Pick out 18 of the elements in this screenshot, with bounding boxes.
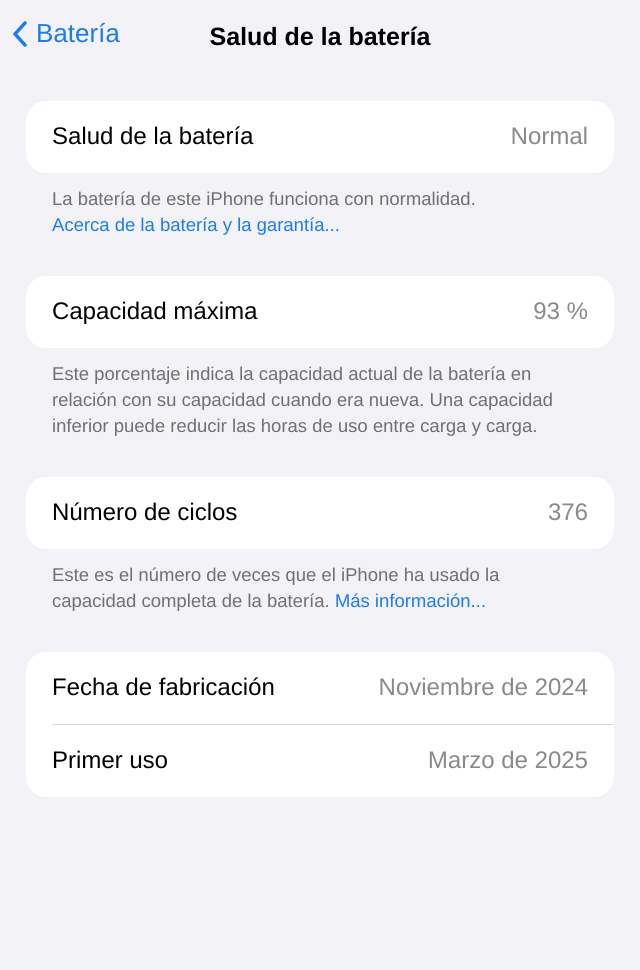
row-value: 376 [548, 499, 588, 527]
section-footer-text: La batería de este iPhone funciona con normalidad. Acerca de la batería y la garantía... [51, 187, 477, 237]
row-label: Salud de la batería [52, 123, 254, 151]
section-footer-text: Este porcentaje indica la capacidad actual de la batería en relación con su capacidad cuando era nueva. Una capacidad inferior puede reducir las horas de uso entre carga y carga. [51, 362, 554, 438]
row-label: Número de ciclos [52, 499, 238, 527]
back-button[interactable]: Batería [12, 18, 120, 49]
row-value: 93 % [533, 298, 588, 326]
row-label: Fecha de fabricación [52, 674, 275, 702]
row-value: Normal [510, 123, 588, 151]
page-title: Salud de la batería [210, 22, 430, 52]
section-footer-text: Este es el número de veces que el iPhone ha usado la capacidad completa de la batería. Más información... [51, 563, 500, 613]
row-label: Capacidad máxima [52, 298, 258, 326]
row-value: Noviembre de 2024 [378, 674, 588, 702]
info-link[interactable]: Más información... [334, 590, 486, 611]
back-chevron-icon [12, 20, 28, 48]
row-value: Marzo de 2025 [428, 747, 588, 775]
info-link[interactable]: Acerca de la batería y la garantía... [52, 214, 340, 235]
row-label: Primer uso [52, 747, 168, 775]
